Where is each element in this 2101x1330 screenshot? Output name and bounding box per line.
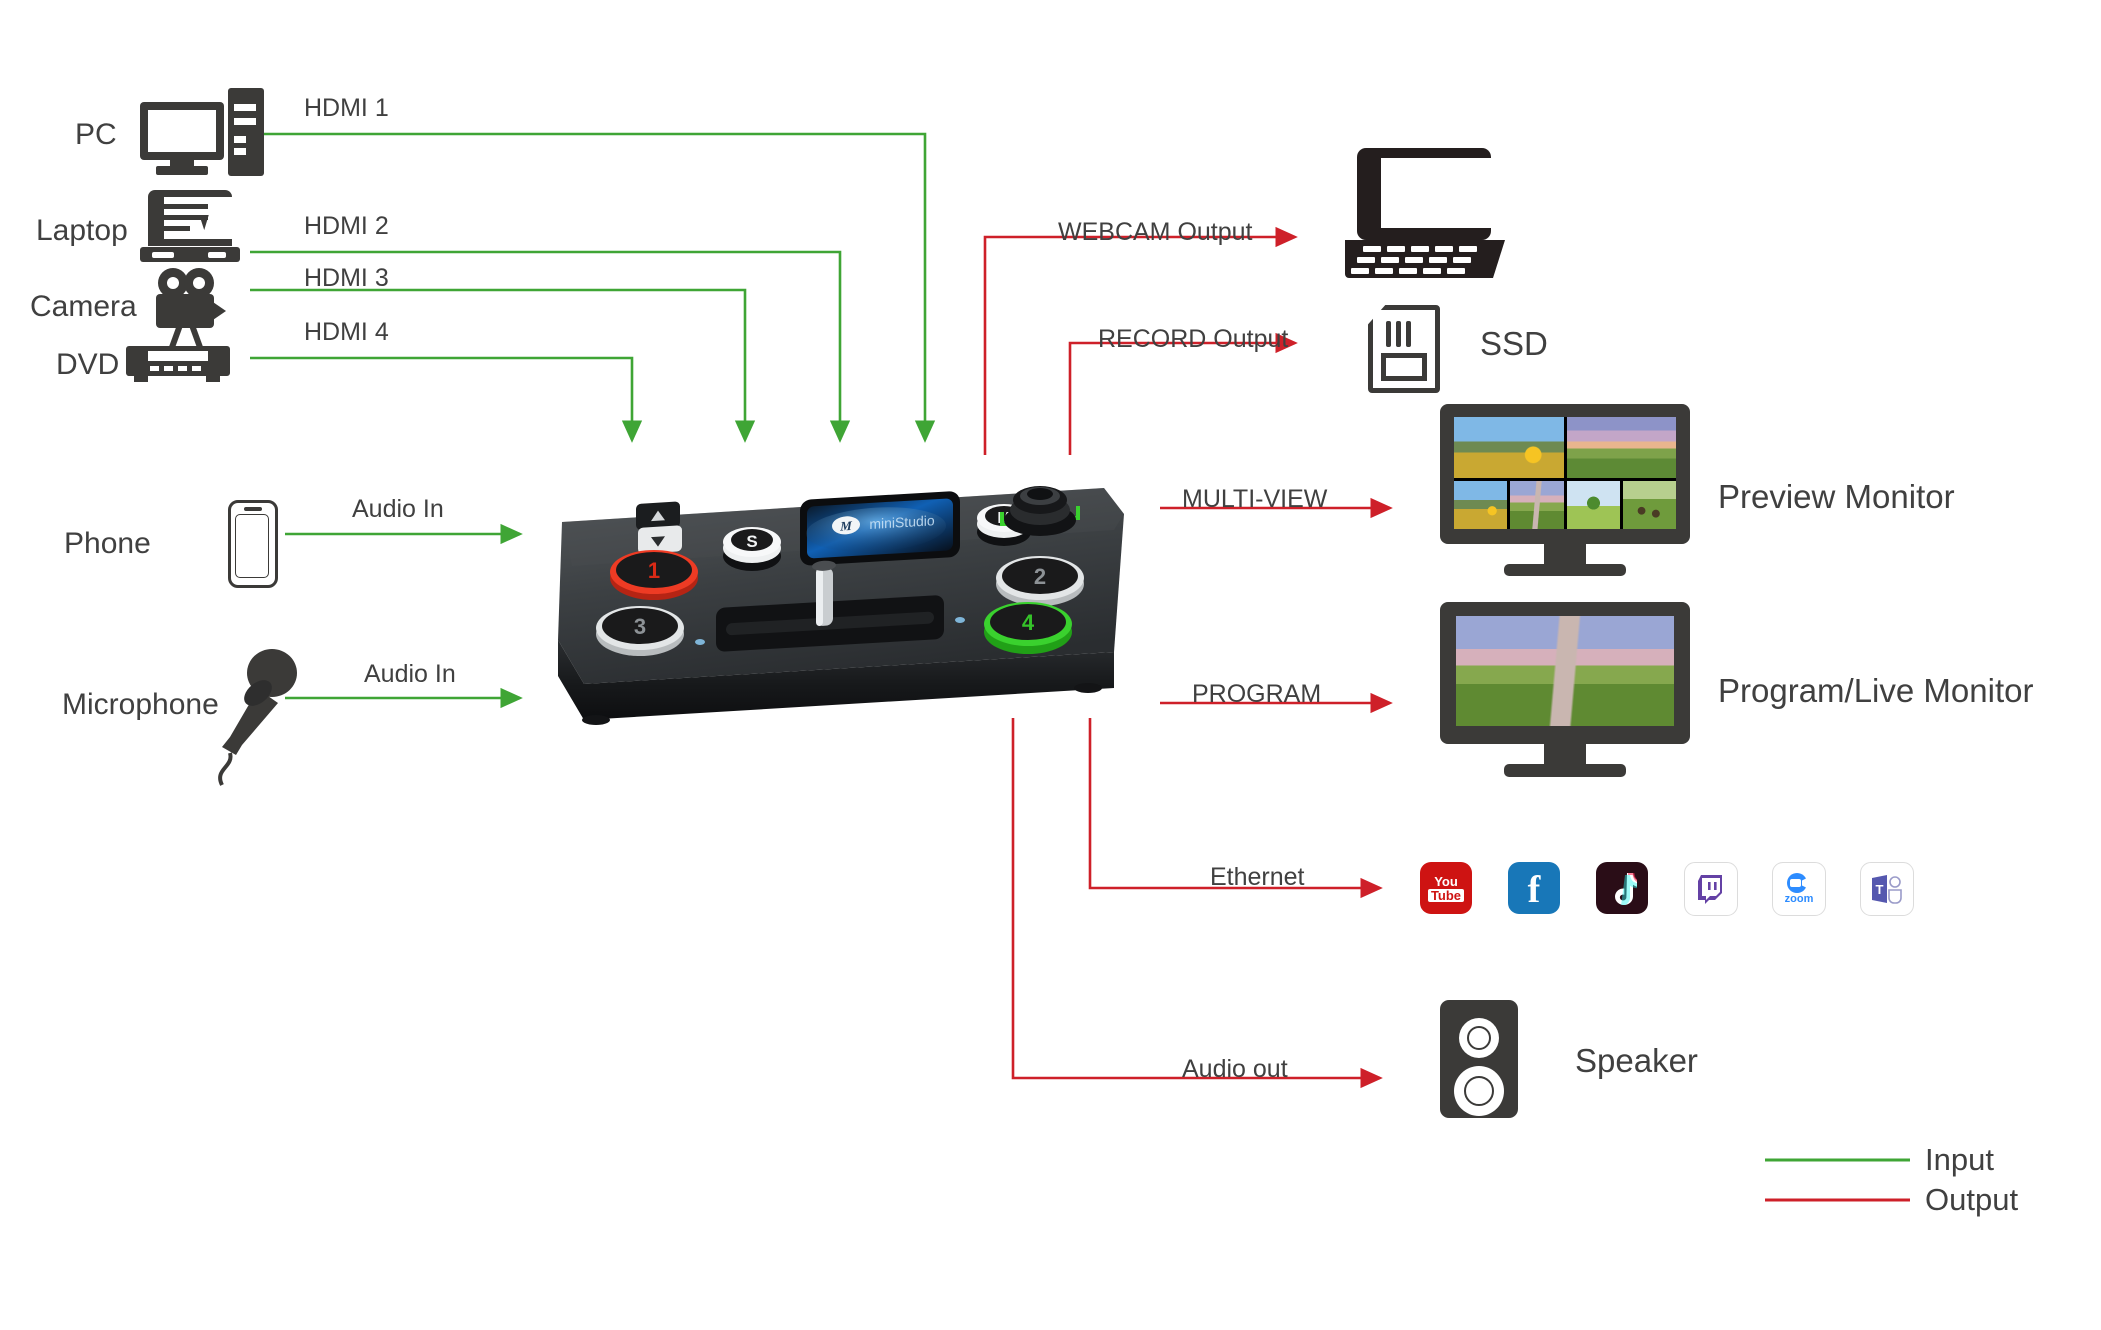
link-label-audio-out: Audio out bbox=[1182, 1055, 1288, 1083]
source-label-microphone: Microphone bbox=[62, 688, 219, 721]
source-label-phone: Phone bbox=[64, 527, 151, 560]
mv-tile-6 bbox=[1622, 481, 1676, 529]
preview-monitor-icon bbox=[1440, 404, 1690, 576]
svg-text:1: 1 bbox=[648, 558, 660, 583]
link-label-audio-in-phone: Audio In bbox=[352, 495, 444, 523]
link-label-hdmi4: HDMI 4 bbox=[304, 318, 389, 346]
dest-label-ssd: SSD bbox=[1480, 325, 1548, 362]
dest-label-preview-monitor: Preview Monitor bbox=[1718, 478, 1955, 515]
mv-tile-1 bbox=[1454, 417, 1564, 479]
source-label-laptop: Laptop bbox=[36, 214, 128, 247]
video-camera-icon bbox=[152, 268, 232, 358]
teams-glyph: T bbox=[1872, 875, 1902, 904]
svg-text:2: 2 bbox=[1034, 564, 1046, 589]
dvd-player-icon bbox=[126, 346, 236, 386]
zoom-icon[interactable]: zoom bbox=[1772, 862, 1826, 916]
program-tile bbox=[1456, 616, 1674, 726]
diagram-canvas: PC Laptop Camera DVD Phone Microphone HD… bbox=[0, 0, 2101, 1330]
microphone-icon bbox=[208, 645, 308, 790]
link-label-hdmi2: HDMI 2 bbox=[304, 212, 389, 240]
zoom-camera-glyph bbox=[1787, 873, 1807, 893]
link-label-multiview: MULTI-VIEW bbox=[1182, 485, 1328, 513]
source-label-pc: PC bbox=[75, 118, 117, 151]
link-label-audio-in-mic: Audio In bbox=[364, 660, 456, 688]
svg-text:4: 4 bbox=[1022, 610, 1035, 635]
mv-tile-5 bbox=[1566, 481, 1620, 529]
twitch-glyph bbox=[1698, 875, 1722, 904]
facebook-icon-glyph: f bbox=[1527, 869, 1541, 911]
youtube-icon-text2: Tube bbox=[1427, 888, 1465, 902]
smartphone-icon bbox=[228, 500, 278, 588]
mv-tile-2 bbox=[1566, 417, 1676, 479]
mv-tile-4 bbox=[1510, 481, 1564, 529]
speaker-icon bbox=[1440, 1000, 1530, 1126]
laptop-icon bbox=[140, 190, 244, 264]
legend-label-output: Output bbox=[1925, 1182, 2019, 1217]
source-label-camera: Camera bbox=[30, 290, 137, 323]
facebook-icon[interactable]: f bbox=[1508, 862, 1560, 914]
desktop-computer-icon bbox=[140, 88, 270, 178]
zoom-icon-text: zoom bbox=[1784, 893, 1814, 905]
source-label-dvd: DVD bbox=[56, 348, 120, 381]
link-label-program: PROGRAM bbox=[1192, 680, 1322, 708]
ssd-card-icon bbox=[1368, 305, 1440, 393]
twitch-icon[interactable] bbox=[1684, 862, 1738, 916]
laptop-icon-webcam-output bbox=[1345, 148, 1515, 280]
teams-icon[interactable]: T bbox=[1860, 862, 1914, 916]
svg-text:S: S bbox=[746, 532, 757, 551]
dest-label-speaker: Speaker bbox=[1575, 1042, 1698, 1079]
link-label-record: RECORD Output bbox=[1098, 325, 1289, 353]
svg-text:T: T bbox=[1876, 882, 1884, 897]
link-label-hdmi1: HDMI 1 bbox=[304, 94, 389, 122]
mv-tile-3 bbox=[1454, 481, 1508, 529]
link-label-hdmi3: HDMI 3 bbox=[304, 264, 389, 292]
program-monitor-icon bbox=[1440, 602, 1690, 777]
link-label-webcam: WEBCAM Output bbox=[1058, 218, 1253, 246]
youtube-icon[interactable]: You Tube bbox=[1420, 862, 1472, 914]
legend-label-input: Input bbox=[1925, 1142, 1994, 1177]
dest-label-program-monitor: Program/Live Monitor bbox=[1718, 672, 2034, 709]
tiktok-note-glyph bbox=[1615, 873, 1637, 905]
video-switcher-device[interactable]: 1 3 S M miniStudio M 2 4 bbox=[548, 470, 1128, 730]
link-label-ethernet: Ethernet bbox=[1210, 863, 1305, 891]
youtube-icon-text1: You bbox=[1434, 873, 1458, 889]
streaming-platforms-icon: You Tube f zoom T bbox=[1420, 862, 1920, 918]
svg-text:M: M bbox=[839, 518, 852, 534]
tiktok-icon[interactable] bbox=[1596, 862, 1648, 914]
svg-text:3: 3 bbox=[634, 614, 646, 639]
